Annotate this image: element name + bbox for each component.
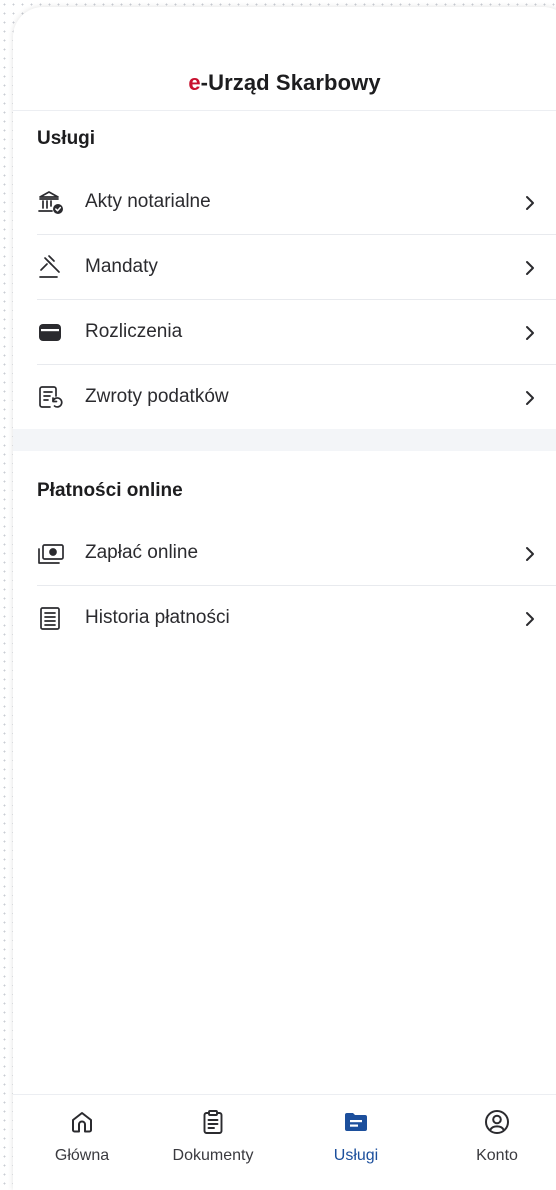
banknote-icon: [37, 540, 65, 568]
divider: [37, 585, 556, 586]
tab-konto[interactable]: Konto: [437, 1095, 556, 1190]
tab-label: Konto: [476, 1147, 518, 1164]
user-circle-icon: [484, 1109, 510, 1135]
menu-item-zaplac-online[interactable]: Zapłać online: [13, 522, 556, 586]
chevron-right-icon: [524, 260, 536, 276]
receipt-list-icon: [37, 605, 65, 633]
app-header: e-Urząd Skarbowy: [13, 7, 556, 111]
tab-label: Główna: [54, 1147, 110, 1164]
app-screen: e-Urząd Skarbowy Usługi Akty notarialne: [13, 7, 556, 1190]
tab-glowna[interactable]: Główna: [22, 1095, 142, 1190]
menu-item-label: Zapłać online: [85, 542, 199, 563]
divider: [37, 364, 556, 365]
home-icon: [69, 1109, 95, 1135]
menu-item-label: Rozliczenia: [85, 321, 183, 342]
folder-icon: [343, 1109, 369, 1135]
divider: [37, 299, 556, 300]
app-title-prefix: e: [188, 70, 201, 95]
menu-item-label: Akty notarialne: [85, 191, 211, 212]
menu-item-zwroty-podatkow[interactable]: Zwroty podatków: [13, 366, 556, 430]
bank-check-icon: [37, 189, 65, 217]
chevron-right-icon: [524, 325, 536, 341]
tab-label: Dokumenty: [172, 1147, 254, 1164]
chevron-right-icon: [524, 195, 536, 211]
menu-item-historia-platnosci[interactable]: Historia płatności: [13, 587, 556, 651]
chevron-right-icon: [524, 390, 536, 406]
divider: [37, 234, 556, 235]
bottom-tab-bar: Główna Dokumenty Usługi Konto: [13, 1094, 556, 1190]
menu-item-label: Zwroty podatków: [85, 386, 229, 407]
tab-uslugi[interactable]: Usługi: [296, 1095, 416, 1190]
clipboard-icon: [200, 1109, 226, 1135]
app-title-rest: -Urząd Skarbowy: [200, 70, 381, 95]
chevron-right-icon: [524, 546, 536, 562]
section-title-uslugi: Usługi: [37, 128, 96, 149]
wallet-icon: [37, 319, 65, 347]
menu-item-mandaty[interactable]: Mandaty: [13, 236, 556, 300]
tab-label: Usługi: [333, 1147, 379, 1164]
chevron-right-icon: [524, 611, 536, 627]
gavel-icon: [37, 254, 65, 282]
document-refund-icon: [37, 384, 65, 412]
section-title-platnosci-online: Płatności online: [37, 480, 183, 501]
section-separator: [13, 429, 556, 451]
menu-item-rozliczenia[interactable]: Rozliczenia: [13, 301, 556, 365]
app-title: e-Urząd Skarbowy: [13, 70, 556, 96]
menu-item-label: Historia płatności: [85, 607, 230, 628]
menu-item-akty-notarialne[interactable]: Akty notarialne: [13, 171, 556, 235]
tab-dokumenty[interactable]: Dokumenty: [153, 1095, 273, 1190]
menu-item-label: Mandaty: [85, 256, 158, 277]
